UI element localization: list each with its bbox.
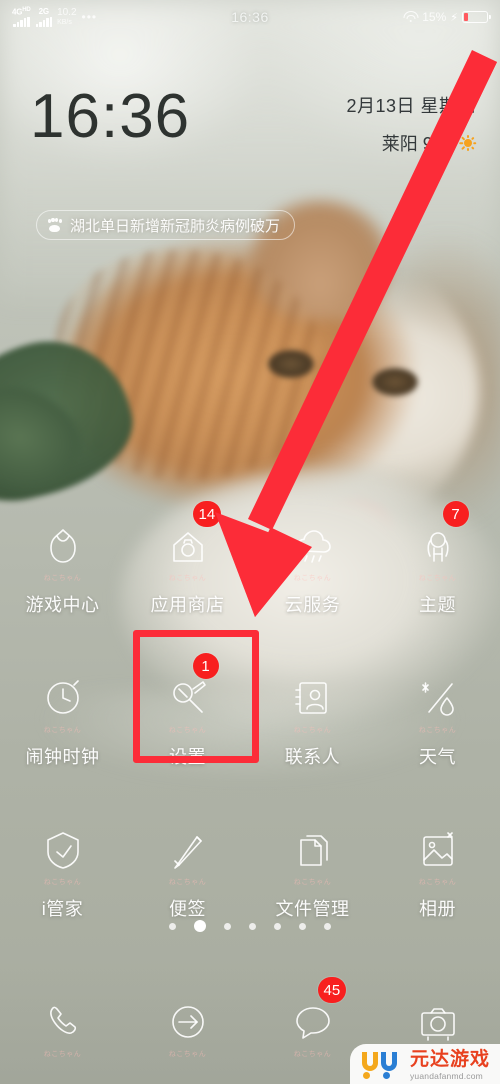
icon-sublabel: ねこちゃん [418, 879, 457, 886]
app-icon-contacts[interactable]: ねこちゃん 联系人 [250, 657, 375, 809]
icon-sublabel: ねこちゃん [293, 1051, 332, 1058]
page-indicator[interactable] [0, 920, 500, 932]
icon-sublabel: ねこちゃん [418, 575, 457, 582]
watermark-cn-label: 元达游戏 [409, 1048, 490, 1070]
date-label: 2月13日 星期四 [346, 96, 476, 116]
status-bar: 4GHD 2G 10.2 KB/s ••• 16:36 15% ⚡ [0, 0, 500, 34]
phone-icon [49, 1006, 76, 1034]
icon-sublabel: ねこちゃん [168, 727, 207, 734]
icon-sublabel: ねこちゃん [168, 575, 207, 582]
app-icon-gallery[interactable]: ねこちゃん 相册 [375, 809, 500, 961]
app-icon-settings-wrench[interactable]: ねこちゃん 1 设置 [125, 653, 250, 809]
phone-home-screen: 4GHD 2G 10.2 KB/s ••• 16:36 15% ⚡ 16:36 … [0, 0, 500, 1084]
icon-sublabel: ねこちゃん [168, 879, 207, 886]
app-label: 天气 [419, 747, 456, 767]
cloud-service-icon [296, 530, 331, 563]
date-weather-widget[interactable]: 2月13日 星期四 莱阳 9℃ [346, 92, 476, 156]
app-icon-message-bubble[interactable]: ねこちゃん 45 [250, 977, 375, 1058]
app-label: 主题 [419, 595, 456, 615]
notification-badge: 1 [192, 653, 219, 679]
battery-percent-label: 15% [422, 10, 447, 24]
wifi-icon [403, 11, 419, 23]
page-dot[interactable] [299, 922, 306, 930]
app-row: ねこちゃん 闹钟时钟 ねこちゃん 1 设置 ねこちゃん 联系人 ねこちゃん 天气 [0, 653, 500, 809]
settings-wrench-icon [172, 681, 206, 713]
icon-sublabel: ねこちゃん [293, 879, 332, 886]
app-label: i管家 [41, 899, 84, 919]
app-label: 闹钟时钟 [25, 747, 100, 767]
page-dot[interactable] [249, 922, 256, 930]
notes-pencil-icon [173, 836, 202, 869]
app-icon-phone[interactable]: ねこちゃん [0, 985, 125, 1058]
icon-sublabel: ねこちゃん [293, 727, 332, 734]
icon-sublabel: ねこちゃん [43, 879, 82, 886]
notification-badge: 14 [192, 501, 222, 527]
watermark: 元达游戏 yuandafanmd.com [349, 1043, 500, 1084]
browser-arrow-icon [171, 1006, 204, 1038]
app-label: 游戏中心 [25, 595, 100, 615]
app-icon-weather[interactable]: ねこちゃん 天气 [375, 657, 500, 809]
app-icon-clock[interactable]: ねこちゃん 闹钟时钟 [0, 657, 125, 809]
weather-icon [421, 682, 454, 716]
notification-badge: 45 [317, 977, 347, 1003]
app-store-icon [172, 532, 203, 562]
lockscreen-clock[interactable]: 16:36 [30, 86, 190, 148]
icon-sublabel: ねこちゃん [43, 575, 82, 582]
app-label: 联系人 [284, 747, 341, 767]
page-dot[interactable] [224, 922, 231, 930]
weather-label: 莱阳 9℃ [381, 134, 453, 154]
page-dot[interactable] [274, 922, 281, 930]
icon-sublabel: ねこちゃん [168, 1051, 207, 1058]
shield-manager-icon [46, 832, 79, 869]
app-icon-cloud-service[interactable]: ねこちゃん 云服务 [250, 505, 375, 657]
camera-icon [420, 1008, 455, 1041]
file-manager-icon [299, 835, 328, 866]
charging-bolt-icon: ⚡ [450, 11, 458, 24]
app-icon-notes-pencil[interactable]: ねこちゃん 便签 [125, 809, 250, 961]
sun-icon [459, 134, 476, 152]
battery-icon [462, 11, 491, 23]
icon-sublabel: ねこちゃん [43, 727, 82, 734]
app-label: 应用商店 [150, 595, 225, 615]
page-dot[interactable] [324, 922, 331, 930]
yu-logo-icon [361, 1050, 402, 1080]
news-banner[interactable]: 湖北单日新增新冠肺炎病例破万 [36, 210, 296, 240]
clock-icon [46, 680, 79, 714]
theme-icon [426, 532, 449, 562]
notification-badge: 7 [442, 501, 469, 527]
app-icon-game-center[interactable]: ねこちゃん 游戏中心 [0, 505, 125, 657]
app-label: 便签 [169, 899, 206, 919]
app-icon-file-manager[interactable]: ねこちゃん 文件管理 [250, 809, 375, 961]
app-row: ねこちゃん i管家 ねこちゃん 便签 ねこちゃん 文件管理 ねこちゃん 相册 [0, 809, 500, 961]
game-center-icon [49, 529, 76, 563]
icon-sublabel: ねこちゃん [418, 727, 457, 734]
page-dot[interactable] [194, 920, 206, 932]
app-icon-browser-arrow[interactable]: ねこちゃん [125, 985, 250, 1058]
app-label: 相册 [419, 899, 456, 919]
icon-sublabel: ねこちゃん [293, 575, 332, 582]
app-label: 云服务 [284, 595, 341, 615]
app-label: 文件管理 [275, 899, 350, 919]
icon-sublabel: ねこちゃん [43, 1051, 82, 1058]
app-row: ねこちゃん 游戏中心 ねこちゃん 14 应用商店 ねこちゃん 云服务 ねこちゃん 7 主题 [0, 501, 500, 657]
app-icon-theme[interactable]: ねこちゃん 7 主题 [375, 501, 500, 657]
app-icon-app-store[interactable]: ねこちゃん 14 应用商店 [125, 501, 250, 657]
app-icon-shield-manager[interactable]: ねこちゃん i管家 [0, 809, 125, 961]
app-label: 设置 [169, 747, 206, 767]
gallery-icon [422, 832, 453, 866]
app-grid: ねこちゃん 游戏中心 ねこちゃん 14 应用商店 ねこちゃん 云服务 ねこちゃん 7 主题 ねこちゃ… [0, 501, 500, 961]
page-dot[interactable] [169, 922, 176, 930]
news-banner-text: 湖北单日新增新冠肺炎病例破万 [70, 217, 281, 235]
message-bubble-icon [295, 1007, 330, 1039]
paw-print-icon [47, 218, 62, 232]
contacts-icon [294, 682, 327, 714]
watermark-en-label: yuandafanmd.com [409, 1070, 483, 1081]
